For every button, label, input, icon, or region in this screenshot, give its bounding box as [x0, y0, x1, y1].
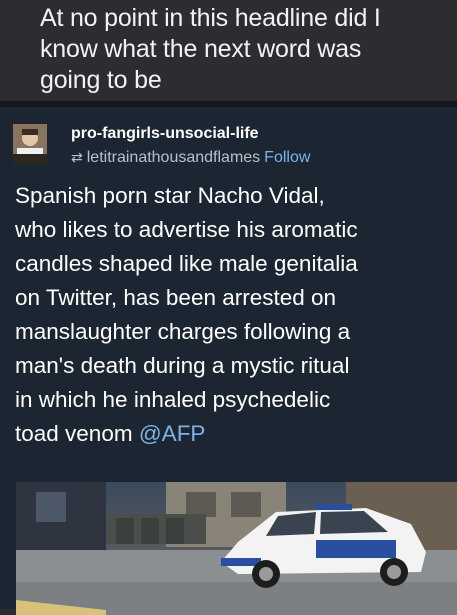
post-body-line: Spanish porn star Nacho Vidal,: [15, 183, 325, 208]
reblogged-from-link[interactable]: letitrainathousandflames: [87, 149, 260, 166]
mention-link[interactable]: @AFP: [139, 421, 206, 446]
post-body-line: toad venom: [15, 421, 133, 446]
caption-line-3: going to be: [40, 66, 162, 94]
meme-caption: At no point in this headline did I know …: [40, 3, 445, 96]
post-body: Spanish porn star Nacho Vidal, who likes…: [15, 179, 455, 451]
post-body-line: in which he inhaled psychedelic: [15, 387, 331, 412]
post-body-line: who likes to advertise his aromatic: [15, 217, 358, 242]
avatar-image: [13, 124, 47, 164]
tumblr-post: pro-fangirls-unsocial-life ⇄ letitrainath…: [0, 101, 457, 615]
police-car-photo: [16, 482, 457, 615]
follow-button[interactable]: Follow: [264, 149, 310, 166]
meme-caption-area: At no point in this headline did I know …: [0, 0, 457, 101]
caption-line-1: At no point in this headline did I: [40, 4, 381, 32]
news-photo[interactable]: [16, 482, 457, 615]
post-body-line: candles shaped like male genitalia: [15, 251, 358, 276]
avatar[interactable]: [13, 124, 47, 164]
post-body-line: manslaughter charges following a: [15, 319, 351, 344]
blog-name-link[interactable]: pro-fangirls-unsocial-life: [71, 125, 259, 143]
reblog-icon: ⇄: [71, 149, 83, 165]
reblog-line: ⇄ letitrainathousandflames Follow: [71, 149, 310, 167]
post-body-line: on Twitter, has been arrested on: [15, 285, 337, 310]
post-body-line-last: toad venom @AFP: [15, 417, 455, 451]
caption-line-2: know what the next word was: [40, 35, 362, 63]
post-body-line: man's death during a mystic ritual: [15, 353, 350, 378]
